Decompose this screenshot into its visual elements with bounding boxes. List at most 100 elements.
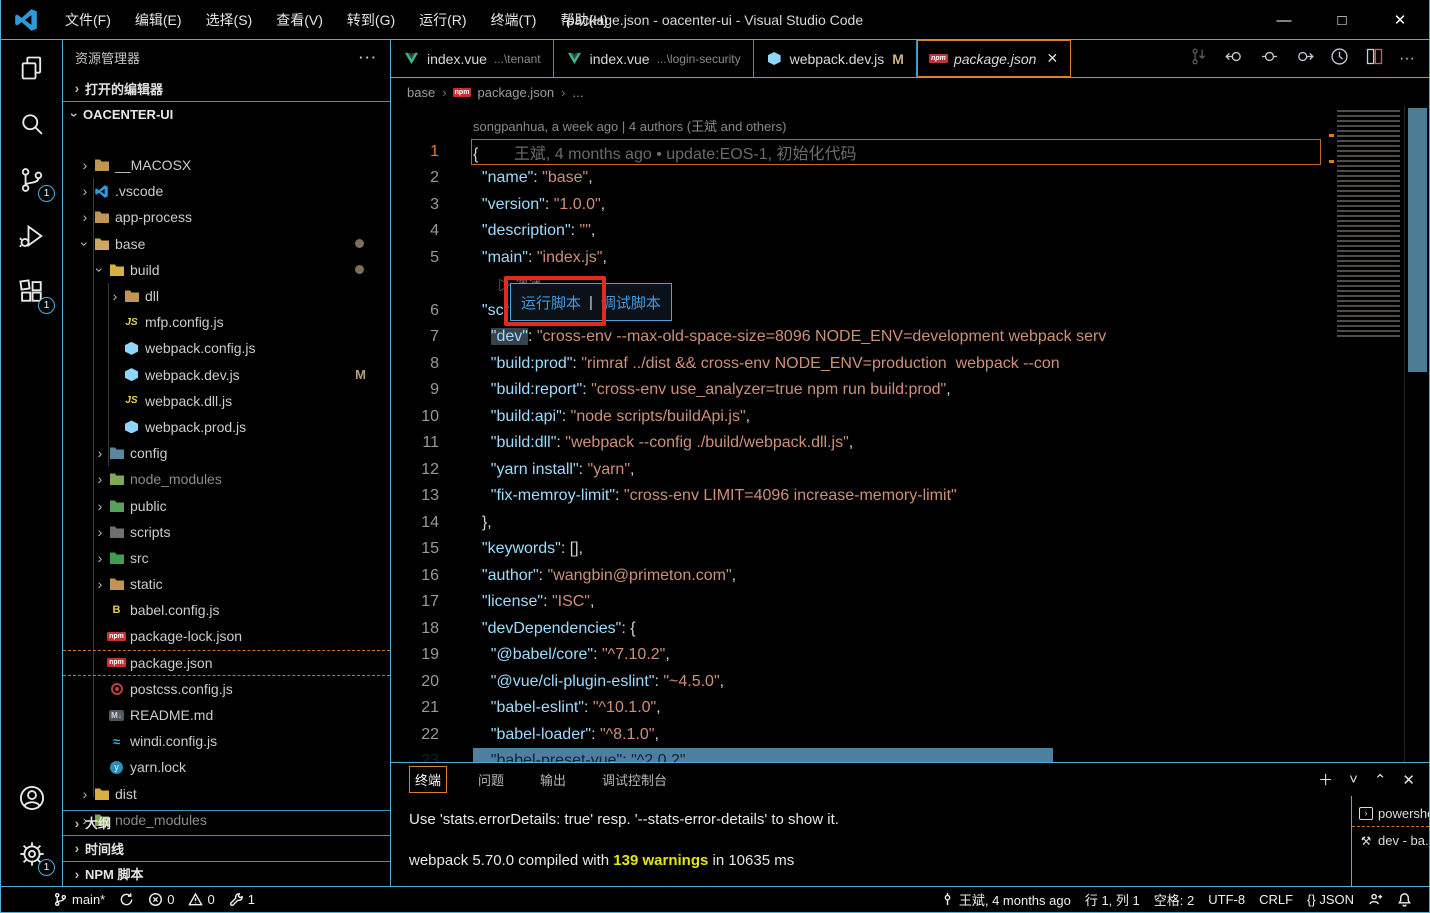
tree-item-package-json[interactable]: npmpackage.json [63, 650, 390, 676]
maximize-button[interactable]: □ [1313, 0, 1371, 40]
nav-current-icon[interactable] [1259, 46, 1280, 72]
tree-item--vscode[interactable]: ›.vscode [63, 178, 390, 204]
sidebar-more-actions[interactable]: ··· [359, 50, 378, 65]
terminal-dropdown-icon[interactable]: ˅ [1349, 771, 1358, 788]
codelens[interactable]: songpanhua, a week ago | 4 authors (王斌 a… [391, 112, 1429, 139]
explorer-icon[interactable] [1, 40, 63, 96]
code-line-15[interactable]: 15 "keywords": [], [391, 536, 1429, 563]
status-errors[interactable]: 0 [141, 892, 181, 907]
section-npm-scripts[interactable]: ›NPM 脚本 [63, 861, 390, 887]
tree-item-windi-config-js[interactable]: ≈windi.config.js [63, 728, 390, 754]
code-line-11[interactable]: 11 "build:dll": "webpack --config ./buil… [391, 430, 1429, 457]
code-line-2[interactable]: 2 "name": "base", [391, 165, 1429, 192]
menu-item[interactable]: 查看(V) [264, 10, 335, 30]
status--2[interactable]: 空格: 2 [1147, 890, 1201, 909]
code-line-13[interactable]: 13 "fix-memroy-limit": "cross-env LIMIT=… [391, 483, 1429, 510]
menu-item[interactable]: 文件(F) [53, 10, 123, 30]
tree-item--macosx[interactable]: ›__MACOSX [63, 152, 390, 178]
code-line-12[interactable]: 12 "yarn install": "yarn", [391, 457, 1429, 484]
code-line-10[interactable]: 10 "build:api": "node scripts/buildApi.j… [391, 404, 1429, 431]
run-debug-icon[interactable] [1, 208, 63, 264]
close-button[interactable]: ✕ [1371, 0, 1429, 40]
panel-tab-调试控制台[interactable]: 调试控制台 [597, 767, 672, 792]
tree-item-app-process[interactable]: ›app-process [63, 204, 390, 230]
code-line-1[interactable]: 1{ 王斌, 4 months ago • update:EOS-1, 初始化代… [391, 139, 1429, 166]
history-icon[interactable] [1329, 46, 1350, 72]
tree-item-webpack-config-js[interactable]: webpack.config.js [63, 335, 390, 361]
code-line-20[interactable]: 20 "@vue/cli-plugin-eslint": "~4.5.0", [391, 669, 1429, 696]
maximize-panel-icon[interactable]: ⌃ [1374, 771, 1387, 789]
code-line-9[interactable]: 9 "build:report": "cross-env use_analyze… [391, 377, 1429, 404]
editor[interactable]: songpanhua, a week ago | 4 authors (王斌 a… [391, 106, 1429, 762]
code-line-5[interactable]: 5 "main": "index.js", [391, 245, 1429, 272]
tab-package-json[interactable]: npmpackage.json✕ [917, 40, 1071, 77]
tab-index-vue[interactable]: index.vue...\tenant [391, 40, 554, 77]
terminal-output[interactable]: Use 'stats.errorDetails: true' resp. '--… [409, 807, 839, 874]
new-terminal-icon[interactable]: ＋ [1318, 769, 1333, 790]
tree-item-dist[interactable]: ›dist [63, 781, 390, 807]
status-bell[interactable] [1390, 892, 1419, 907]
code-line-3[interactable]: 3 "version": "1.0.0", [391, 192, 1429, 219]
code-line-14[interactable]: 14 }, [391, 510, 1429, 537]
tree-item-base[interactable]: ›base [63, 231, 390, 257]
tree-item-webpack-dll-js[interactable]: JSwebpack.dll.js [63, 388, 390, 414]
breadcrumb-item[interactable]: package.json [478, 85, 555, 100]
status-wrench[interactable]: 1 [222, 892, 262, 907]
status-branch[interactable]: main* [46, 892, 112, 907]
tree-item-public[interactable]: ›public [63, 492, 390, 518]
status-crlf[interactable]: CRLF [1252, 892, 1300, 907]
code-line-16[interactable]: 16 "author": "wangbin@primeton.com", [391, 563, 1429, 590]
section-outline[interactable]: ›大纲 [63, 810, 390, 836]
status-warnings[interactable]: 0 [181, 892, 221, 907]
source-control-icon[interactable]: 1 [1, 152, 63, 208]
code-line-21[interactable]: 21 "babel-eslint": "^10.1.0", [391, 695, 1429, 722]
tree-item-babel-config-js[interactable]: Bbabel.config.js [63, 597, 390, 623]
editor-scrollbar[interactable] [1404, 106, 1429, 762]
nav-back-icon[interactable] [1224, 46, 1245, 72]
tree-item-mfp-config-js[interactable]: JSmfp.config.js [63, 309, 390, 335]
panel-tab-终端[interactable]: 终端 [409, 766, 447, 793]
breadcrumb-item[interactable]: ... [573, 85, 584, 100]
panel-tab-问题[interactable]: 问题 [473, 767, 509, 792]
menu-item[interactable]: 选择(S) [194, 10, 265, 30]
settings-gear-icon[interactable]: 1 [1, 826, 63, 882]
status-commit[interactable]: 王斌, 4 months ago [933, 890, 1078, 909]
split-editor-icon[interactable] [1364, 46, 1385, 72]
code-line-22[interactable]: 22 "babel-loader": "^8.1.0", [391, 722, 1429, 749]
search-icon[interactable] [1, 96, 63, 152]
panel-tab-输出[interactable]: 输出 [535, 767, 571, 792]
status--json[interactable]: {} JSON [1300, 892, 1361, 907]
tree-item-build[interactable]: ›build [63, 257, 390, 283]
section-timeline[interactable]: ›时间线 [63, 835, 390, 861]
tree-item-config[interactable]: ›config [63, 440, 390, 466]
terminal-devba[interactable]: ⚒dev - ba... ( [1352, 827, 1429, 854]
tree-item-webpack-prod-js[interactable]: webpack.prod.js [63, 414, 390, 440]
code-line-8[interactable]: 8 "build:prod": "rimraf ../dist && cross… [391, 351, 1429, 378]
compare-icon[interactable] [1189, 46, 1210, 72]
code-line-7[interactable]: 7 "dev": "cross-env --max-old-space-size… [391, 324, 1429, 351]
terminal-powershell[interactable]: ›powershell [1352, 800, 1429, 827]
debug-script-link[interactable]: 调试脚本 [601, 292, 661, 313]
open-editors-section[interactable]: › 打开的编辑器 [63, 75, 390, 102]
tree-item-dll[interactable]: ›dll [63, 283, 390, 309]
menu-item[interactable]: 编辑(E) [123, 10, 194, 30]
tree-item-static[interactable]: ›static [63, 571, 390, 597]
account-icon[interactable] [1, 770, 63, 826]
tab-index-vue[interactable]: index.vue...\login-security [554, 40, 754, 77]
status--1-1[interactable]: 行 1, 列 1 [1078, 890, 1147, 909]
code-line-17[interactable]: 17 "license": "ISC", [391, 589, 1429, 616]
tree-item-yarn-lock[interactable]: yyarn.lock [63, 754, 390, 780]
scrollbar-slider[interactable] [1408, 108, 1427, 372]
workspace-root-folder[interactable]: › OACENTER-UI [63, 102, 390, 127]
tree-item-package-lock-json[interactable]: npmpackage-lock.json [63, 623, 390, 649]
code-line-4[interactable]: 4 "description": "", [391, 218, 1429, 245]
extensions-icon[interactable]: 1 [1, 264, 63, 320]
more-icon[interactable]: ··· [1399, 50, 1415, 68]
minimize-button[interactable]: — [1255, 0, 1313, 40]
code-line-19[interactable]: 19 "@babel/core": "^7.10.2", [391, 642, 1429, 669]
tree-item-node-modules[interactable]: ›node_modules [63, 466, 390, 492]
tree-item-scripts[interactable]: ›scripts [63, 519, 390, 545]
code-line-23[interactable]: 23 "babel-preset-vue": "^2.0.2" [391, 748, 1429, 762]
menu-item[interactable]: 运行(R) [407, 10, 478, 30]
tree-item-webpack-dev-js[interactable]: webpack.dev.jsM [63, 362, 390, 388]
